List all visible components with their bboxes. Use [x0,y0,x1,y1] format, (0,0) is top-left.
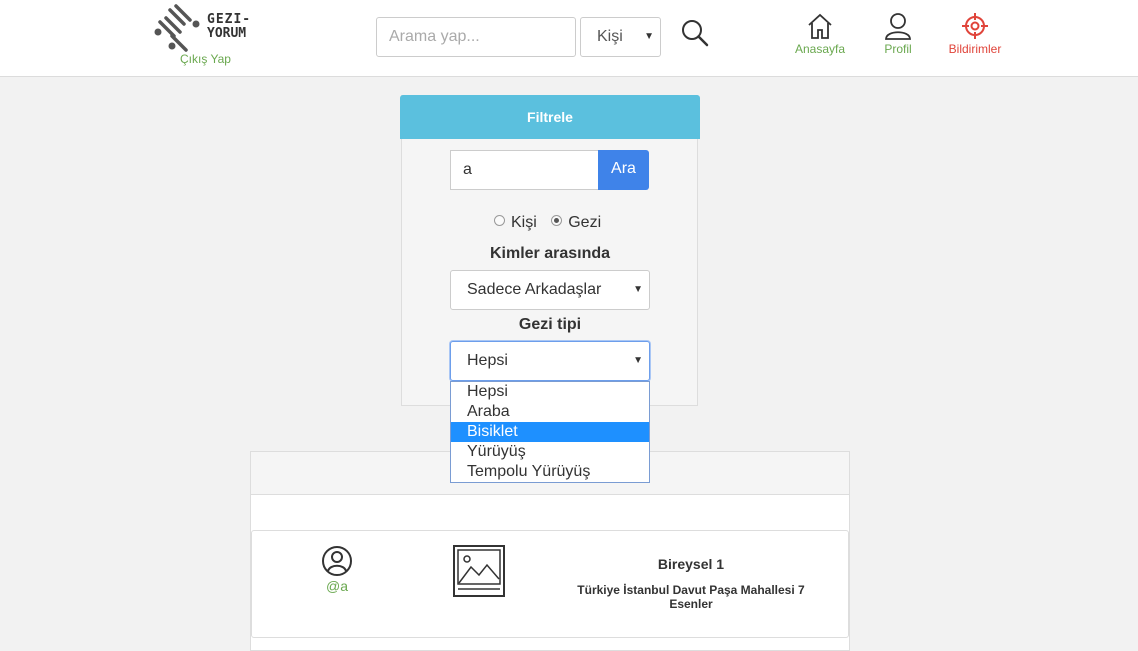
chevron-down-icon: ▼ [644,31,654,42]
logo[interactable]: GEZI- YORUM [150,2,262,52]
radio-gezi-circle[interactable] [551,215,563,227]
radio-gezi[interactable]: Gezi [551,214,601,232]
trip-username[interactable]: @a [300,578,374,594]
user-avatar-icon [322,546,352,576]
logo-text-line1: GEZI- [207,12,252,27]
option-tempolu-yuruyus[interactable]: Tempolu Yürüyüş [451,462,649,482]
nav-profile[interactable]: Profil [863,12,933,56]
filter-search-button[interactable]: Ara [598,150,649,190]
radio-kisi-label: Kişi [511,214,537,231]
trip-type-select-value: Hepsi [467,352,508,369]
option-yuruyus[interactable]: Yürüyüş [451,442,649,462]
audience-select[interactable]: Sadece Arkadaşlar ▼ [450,270,650,310]
image-placeholder-icon [453,545,505,597]
trip-title[interactable]: Bireysel 1 [591,556,791,572]
audience-label: Kimler arasında [489,245,611,262]
search-button[interactable] [680,18,710,48]
trip-type-dropdown: Hepsi Araba Bisiklet Yürüyüş Tempolu Yür… [450,381,650,483]
trip-address: Türkiye İstanbul Davut Paşa Mahallesi 7 … [577,583,805,611]
target-icon [962,13,988,39]
option-araba[interactable]: Araba [451,402,649,422]
chevron-down-icon: ▼ [633,355,643,366]
nav-notifications-label: Bildirimler [948,42,1002,56]
filter-query-input[interactable] [450,150,599,190]
home-icon [808,13,832,39]
nav-notifications[interactable]: Bildirimler [940,12,1010,56]
option-bisiklet[interactable]: Bisiklet [451,422,649,442]
chevron-down-icon: ▼ [633,284,643,295]
radio-kisi[interactable]: Kişi [494,214,537,232]
search-type-select[interactable]: Kişi ▼ [580,17,661,57]
radio-kisi-circle[interactable] [494,215,505,227]
navbar: GEZI- YORUM Çıkış Yap Kişi ▼ Anasayfa Pr… [0,0,1138,77]
nav-profile-label: Profil [884,42,912,56]
trip-type-label: Gezi tipi [518,316,582,333]
radio-gezi-label: Gezi [568,214,602,231]
logout-link[interactable]: Çıkış Yap [180,52,231,66]
nav-home-label: Anasayfa [794,42,846,56]
search-icon [682,20,709,47]
search-type-value: Kişi [597,28,623,45]
audience-select-value: Sadece Arkadaşlar [467,281,602,298]
search-input[interactable] [376,17,576,57]
trip-type-select[interactable]: Hepsi ▼ [450,341,650,381]
nav-home[interactable]: Anasayfa [785,12,855,56]
filter-header[interactable]: Filtrele [400,95,700,139]
logo-text-line2: YORUM [207,26,247,41]
type-radio-group: Kişi Gezi [494,214,611,232]
user-icon [885,13,911,40]
option-hepsi[interactable]: Hepsi [451,382,649,402]
